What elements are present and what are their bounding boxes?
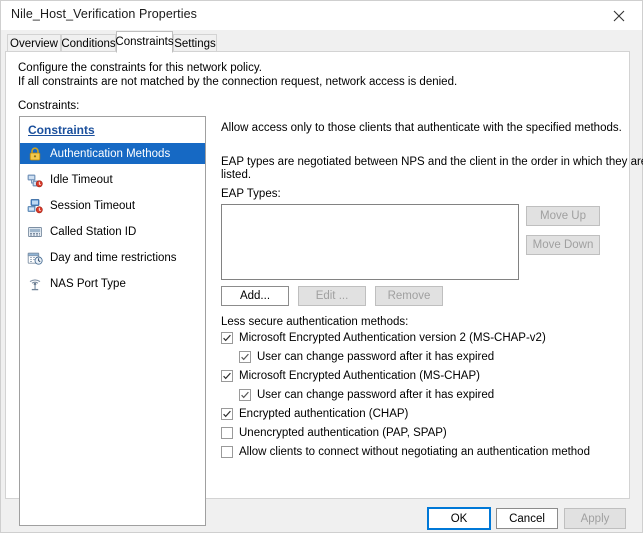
eap-note-line-1: EAP types are negotiated between NPS and… [221,156,643,168]
checkbox-label: User can change password after it has ex… [257,351,495,363]
move-up-label: Move Up [539,210,587,222]
edit-label: Edit ... [315,290,349,302]
move-down-label: Move Down [532,239,594,251]
station-id-icon [27,224,43,240]
tab-conditions[interactable]: Conditions [61,34,116,52]
calendar-clock-icon [27,250,43,266]
move-down-button[interactable]: Move Down [526,235,600,255]
cancel-button[interactable]: Cancel [496,508,558,529]
list-item-label: Day and time restrictions [50,251,177,264]
tab-conditions-label: Conditions [61,37,116,50]
eap-types-label: EAP Types: [221,188,281,200]
checkbox-label: Unencrypted authentication (PAP, SPAP) [239,427,447,439]
checkbox-ms-chap[interactable]: Microsoft Encrypted Authentication (MS-C… [221,370,480,382]
tab-constraints-label: Constraints [115,36,174,48]
properties-dialog: Nile_Host_Verification Properties Overvi… [0,0,643,533]
close-button[interactable] [596,1,642,30]
eap-note-line-2: listed. [221,169,252,181]
ok-label: OK [450,512,468,525]
checkbox-ms-chap-v2[interactable]: Microsoft Encrypted Authentication versi… [221,332,546,344]
checkbox-label: Allow clients to connect without negotia… [239,446,590,458]
checkbox-label: Microsoft Encrypted Authentication versi… [239,332,546,344]
checkbox-label: Encrypted authentication (CHAP) [239,408,409,420]
constraints-label: Constraints: [18,100,80,112]
eap-types-listbox[interactable] [221,204,519,280]
edit-button[interactable]: Edit ... [298,286,366,306]
checkbox-box [239,351,251,363]
checkbox-box [221,332,233,344]
tab-content-panel: Configure the constraints for this netwo… [5,51,643,526]
list-item-day-and-time-restrictions[interactable]: Day and time restrictions [20,247,205,268]
list-item-label: NAS Port Type [50,277,126,290]
list-item-session-timeout[interactable]: Session Timeout [20,195,205,216]
add-label: Add... [239,290,271,302]
padlock-icon [27,146,43,162]
move-up-button[interactable]: Move Up [526,206,600,226]
checkbox-ms-chap-v2-change-password[interactable]: User can change password after it has ex… [239,351,494,363]
less-secure-methods-label: Less secure authentication methods: [221,316,409,328]
description-line-2: If all constraints are not matched by th… [18,76,458,88]
list-item-label: Session Timeout [50,199,136,212]
constraints-list-header: Constraints [28,123,95,137]
antenna-icon [27,276,43,292]
list-item-label: Called Station ID [50,225,137,238]
constraints-listbox[interactable]: Constraints Authentication Methods Idle … [19,116,206,526]
checkbox-pap-spap[interactable]: Unencrypted authentication (PAP, SPAP) [221,427,447,439]
cancel-label: Cancel [509,512,545,525]
session-timer-icon [27,198,43,214]
detail-intro-text: Allow access only to those clients that … [221,122,622,134]
list-item-idle-timeout[interactable]: Idle Timeout [20,169,205,190]
checkbox-label: User can change password after it has ex… [257,389,495,401]
tab-settings[interactable]: Settings [173,34,217,52]
checkbox-chap[interactable]: Encrypted authentication (CHAP) [221,408,408,420]
checkbox-box [239,389,251,401]
window-title: Nile_Host_Verification Properties [11,7,198,21]
checkbox-box [221,408,233,420]
list-item-called-station-id[interactable]: Called Station ID [20,221,205,242]
list-item-label: Authentication Methods [50,147,171,160]
checkbox-box [221,446,233,458]
tab-overview-label: Overview [10,37,58,50]
list-item-authentication-methods[interactable]: Authentication Methods [20,143,205,164]
list-item-label: Idle Timeout [50,173,113,186]
apply-label: Apply [580,512,610,525]
tab-constraints[interactable]: Constraints [115,31,174,53]
list-item-nas-port-type[interactable]: NAS Port Type [20,273,205,294]
add-button[interactable]: Add... [221,286,289,306]
apply-button[interactable]: Apply [564,508,626,529]
description-line-1: Configure the constraints for this netwo… [18,62,262,74]
constraint-detail-pane: Allow access only to those clients that … [213,116,643,526]
checkbox-box [221,370,233,382]
tab-strip: Overview Conditions Constraints Settings [1,30,642,53]
checkbox-box [221,427,233,439]
remove-label: Remove [387,290,431,302]
tab-settings-label: Settings [174,37,216,50]
checkbox-ms-chap-change-password[interactable]: User can change password after it has ex… [239,389,494,401]
close-icon [613,10,625,22]
ok-button[interactable]: OK [427,507,491,530]
checkbox-label: Microsoft Encrypted Authentication (MS-C… [239,370,480,382]
title-bar: Nile_Host_Verification Properties [1,1,642,30]
remove-button[interactable]: Remove [375,286,443,306]
network-timer-icon [27,172,43,188]
tab-overview[interactable]: Overview [7,34,61,52]
checkbox-allow-no-negotiation[interactable]: Allow clients to connect without negotia… [221,446,590,458]
